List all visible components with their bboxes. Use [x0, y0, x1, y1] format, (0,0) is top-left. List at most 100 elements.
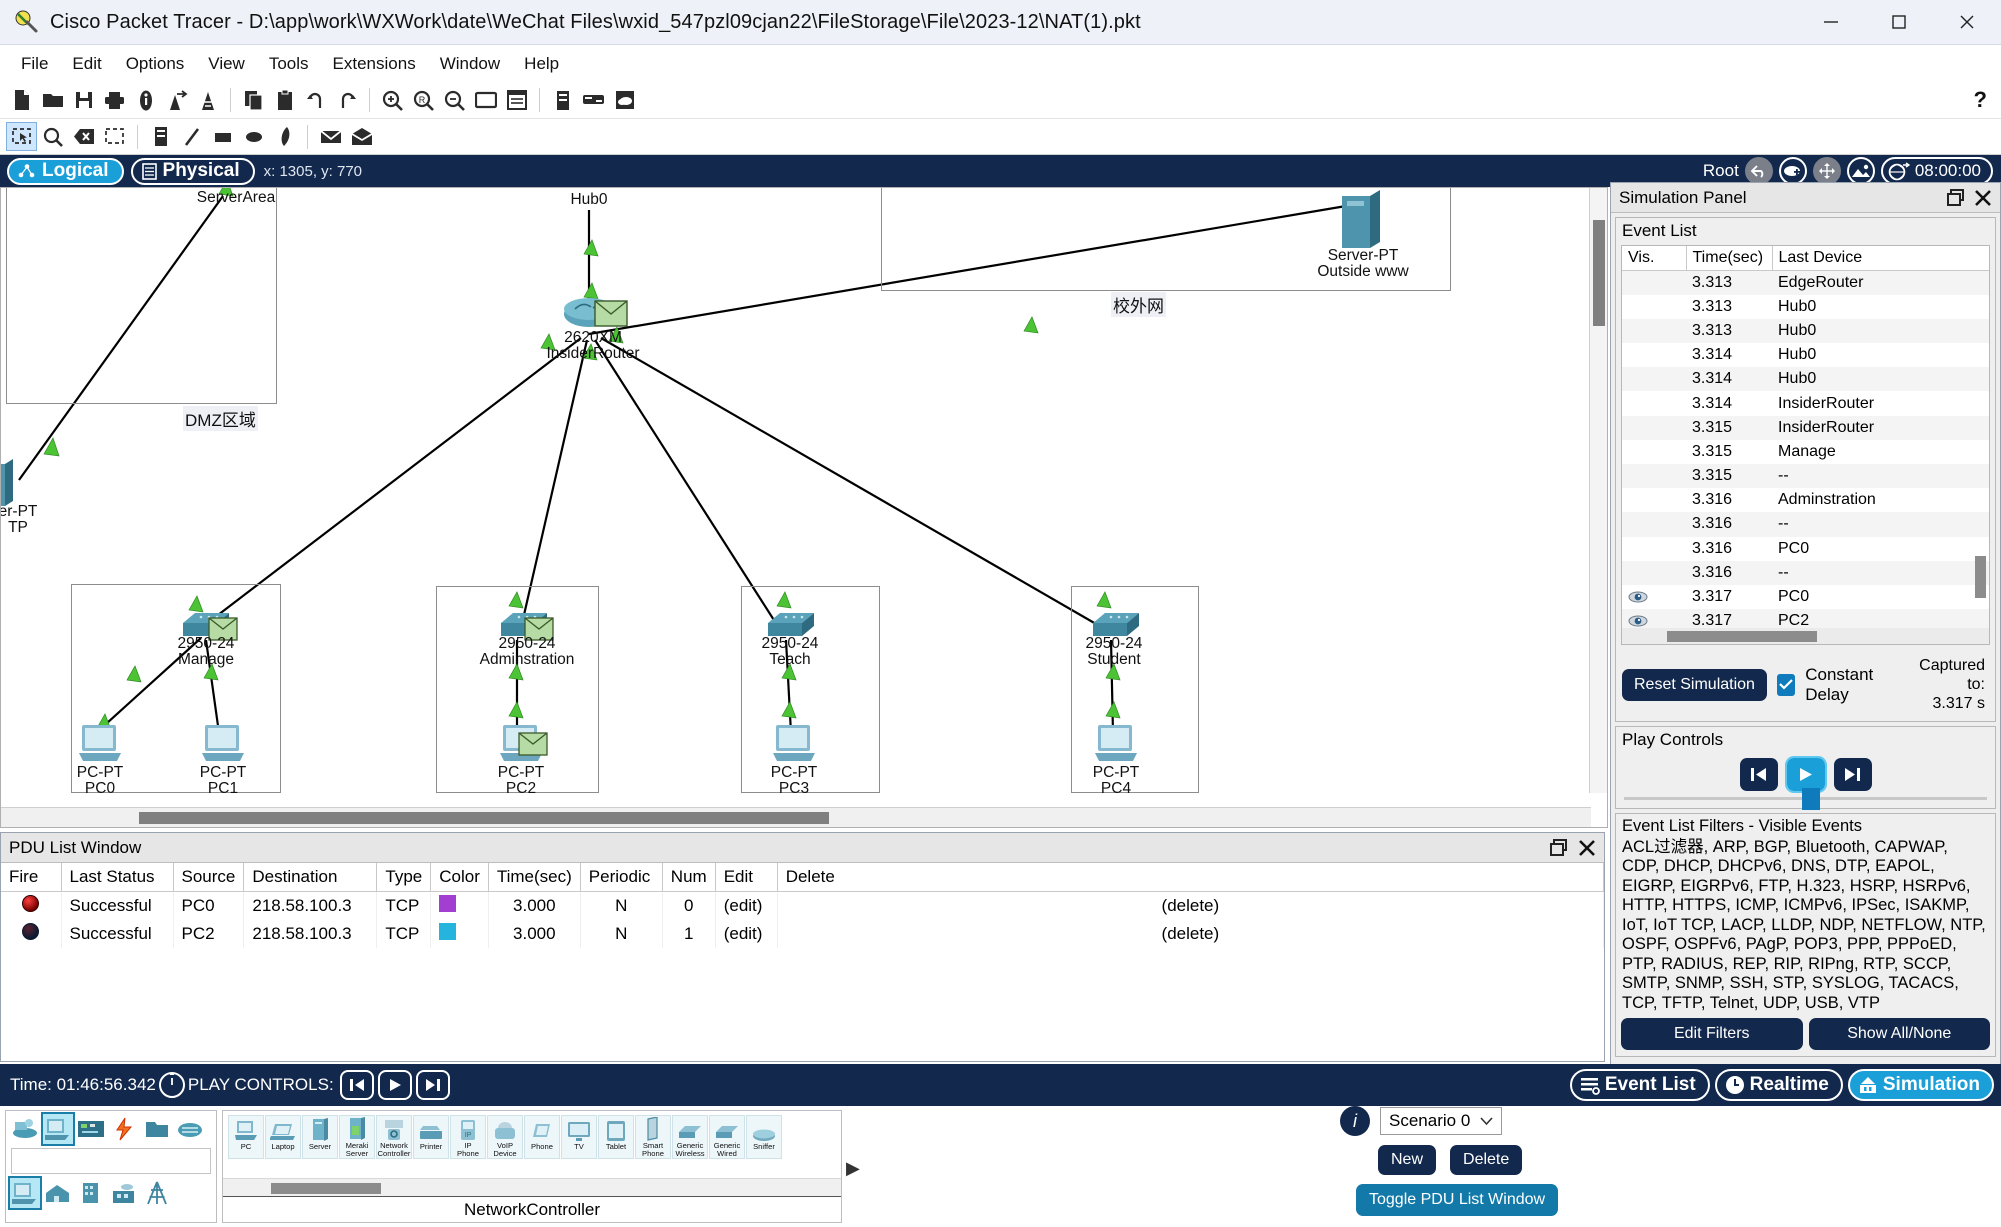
event-list-hscrollbar[interactable] — [1622, 628, 1989, 644]
simulation-mode-button[interactable]: Simulation — [1847, 1069, 1994, 1101]
event-row[interactable]: 3.316 PC0 — [1622, 537, 1989, 561]
smart-city-icon[interactable] — [109, 1178, 139, 1208]
network-devices-icon[interactable] — [10, 1114, 40, 1144]
device-pc-icon[interactable]: PC — [228, 1115, 264, 1159]
fire-led-dark[interactable] — [22, 923, 40, 940]
pdu-delete-cell[interactable]: (delete) — [777, 920, 1605, 948]
pdu-fire-cell[interactable] — [1, 920, 62, 948]
zoom-out-icon[interactable] — [439, 85, 470, 116]
new-file-icon[interactable] — [6, 85, 37, 116]
back-arrow-icon[interactable] — [1744, 157, 1773, 185]
status-back-button[interactable] — [339, 1070, 374, 1100]
pdu-delete-cell[interactable]: (delete) — [777, 891, 1605, 920]
device-server-icon[interactable]: Server — [302, 1115, 338, 1159]
viewport-clock[interactable]: 08:00:00 — [1880, 157, 1993, 185]
maximize-button[interactable] — [1865, 0, 1933, 45]
pdu-edit-cell[interactable]: (edit) — [715, 891, 778, 920]
device-printer-icon[interactable]: Printer — [413, 1115, 449, 1159]
canvas-horizontal-scrollbar[interactable] — [1, 807, 1591, 827]
office-icon[interactable] — [76, 1178, 106, 1208]
event-row[interactable]: 3.316 -- — [1622, 512, 1989, 537]
menu-extensions[interactable]: Extensions — [321, 51, 428, 77]
expand-arrow-icon[interactable]: ▶ — [846, 1158, 860, 1179]
copy-icon[interactable] — [238, 85, 269, 116]
pdu-edit-cell[interactable]: (edit) — [715, 920, 778, 948]
menu-window[interactable]: Window — [428, 51, 512, 77]
realtime-mode-button[interactable]: Realtime — [1714, 1069, 1843, 1101]
paste-icon[interactable] — [269, 85, 300, 116]
pdu-row[interactable]: Successful PC0 218.58.100.3 TCP 3.000 N 0 (edit… — [1, 891, 1605, 920]
event-row[interactable]: 3.313 Hub0 — [1622, 295, 1989, 319]
help-icon[interactable]: ? — [1974, 87, 1987, 113]
event-row[interactable]: 3.314 InsiderRouter — [1622, 391, 1989, 415]
move-object-icon[interactable] — [1812, 157, 1841, 185]
toggle-pdu-list-window-button[interactable]: Toggle PDU List Window — [1356, 1184, 1559, 1216]
open-folder-icon[interactable] — [37, 85, 68, 116]
activity-wizard-icon[interactable] — [130, 85, 161, 116]
components-icon[interactable] — [76, 1114, 106, 1144]
device-voip-device-icon[interactable]: VoIP Device — [487, 1115, 523, 1159]
edit-filters-button[interactable]: Edit Filters — [1621, 1018, 1803, 1050]
device-meraki-server-icon[interactable]: Meraki Server — [339, 1115, 375, 1159]
restore-window-icon[interactable] — [1550, 838, 1568, 857]
event-row[interactable]: 3.313 Hub0 — [1622, 318, 1989, 344]
event-vis-cell[interactable] — [1622, 270, 1686, 295]
menu-view[interactable]: View — [196, 51, 257, 77]
event-vis-cell[interactable] — [1622, 343, 1686, 367]
menu-help[interactable]: Help — [512, 51, 571, 77]
end-devices-sub-icon[interactable] — [8, 1176, 42, 1210]
event-row[interactable]: 3.314 Hub0 — [1622, 343, 1989, 367]
device-phone-icon[interactable]: Phone — [524, 1115, 560, 1159]
show-all-none-button[interactable]: Show All/None — [1808, 1018, 1990, 1050]
device-smart-phone-icon[interactable]: Smart Phone — [635, 1115, 671, 1159]
multiuser-connection-icon[interactable] — [175, 1114, 205, 1144]
stopwatch-icon[interactable] — [158, 1072, 185, 1098]
add-simple-pdu-icon[interactable] — [315, 122, 346, 151]
palette-window-icon[interactable] — [470, 85, 501, 116]
event-vis-cell[interactable] — [1622, 295, 1686, 319]
draw-line-icon[interactable] — [176, 122, 207, 151]
menu-edit[interactable]: Edit — [60, 51, 113, 77]
end-devices-icon[interactable] — [41, 1112, 75, 1146]
event-vis-cell[interactable] — [1622, 367, 1686, 392]
device-network-controller-icon[interactable]: Network Controller — [376, 1115, 412, 1159]
device-generic-wired-icon[interactable]: Generic Wired — [709, 1115, 745, 1159]
add-complex-pdu-icon[interactable] — [346, 122, 377, 151]
event-row[interactable]: 3.316 -- — [1622, 560, 1989, 585]
device-ip-phone-icon[interactable]: IP IP Phone — [450, 1115, 486, 1159]
chevron-down-icon[interactable] — [1480, 1116, 1493, 1126]
scenario-select[interactable]: Scenario 0 — [1380, 1107, 1503, 1135]
print-icon[interactable] — [99, 85, 130, 116]
event-vis-cell[interactable] — [1622, 488, 1686, 512]
miscellaneous-icon[interactable] — [142, 1114, 172, 1144]
close-button[interactable] — [1933, 0, 2001, 45]
status-forward-button[interactable] — [415, 1070, 450, 1100]
canvas-vscroll-thumb[interactable] — [1593, 220, 1605, 326]
constant-delay-checkbox[interactable] — [1776, 673, 1796, 696]
new-scenario-button[interactable]: New — [1378, 1145, 1437, 1175]
add-cloud-icon[interactable] — [609, 85, 640, 116]
delete-scenario-button[interactable]: Delete — [1450, 1145, 1523, 1175]
inspect-tool-icon[interactable] — [37, 122, 68, 151]
simulation-speed-knob[interactable] — [1801, 788, 1820, 810]
event-vis-cell[interactable] — [1622, 464, 1686, 489]
draw-ellipse-icon[interactable] — [238, 122, 269, 151]
event-vis-cell[interactable] — [1622, 318, 1686, 344]
draw-freeform-icon[interactable] — [269, 122, 300, 151]
undo-icon[interactable] — [300, 85, 331, 116]
canvas-vertical-scrollbar[interactable] — [1589, 188, 1607, 793]
event-vis-cell[interactable] — [1622, 537, 1686, 561]
device-sniffer-icon[interactable]: Sniffer — [746, 1115, 782, 1159]
save-icon[interactable] — [68, 85, 99, 116]
event-list-table-wrap[interactable]: Vis. Time(sec) Last Device 3.313 EdgeRout… — [1621, 245, 1990, 645]
event-vis-cell[interactable] — [1622, 391, 1686, 415]
event-list-vscroll-thumb[interactable] — [1975, 556, 1986, 598]
pdu-row[interactable]: Successful PC2 218.58.100.3 TCP 3.000 N 1 (edit… — [1, 920, 1605, 948]
device-tv-icon[interactable]: TV — [561, 1115, 597, 1159]
close-icon[interactable] — [1974, 189, 1992, 207]
event-vis-cell[interactable] — [1622, 415, 1686, 440]
canvas-hscroll-thumb[interactable] — [139, 812, 829, 824]
event-row[interactable]: 3.313 EdgeRouter — [1622, 270, 1989, 295]
reset-simulation-button[interactable]: Reset Simulation — [1622, 668, 1767, 701]
event-row[interactable]: 3.315 Manage — [1622, 440, 1989, 464]
